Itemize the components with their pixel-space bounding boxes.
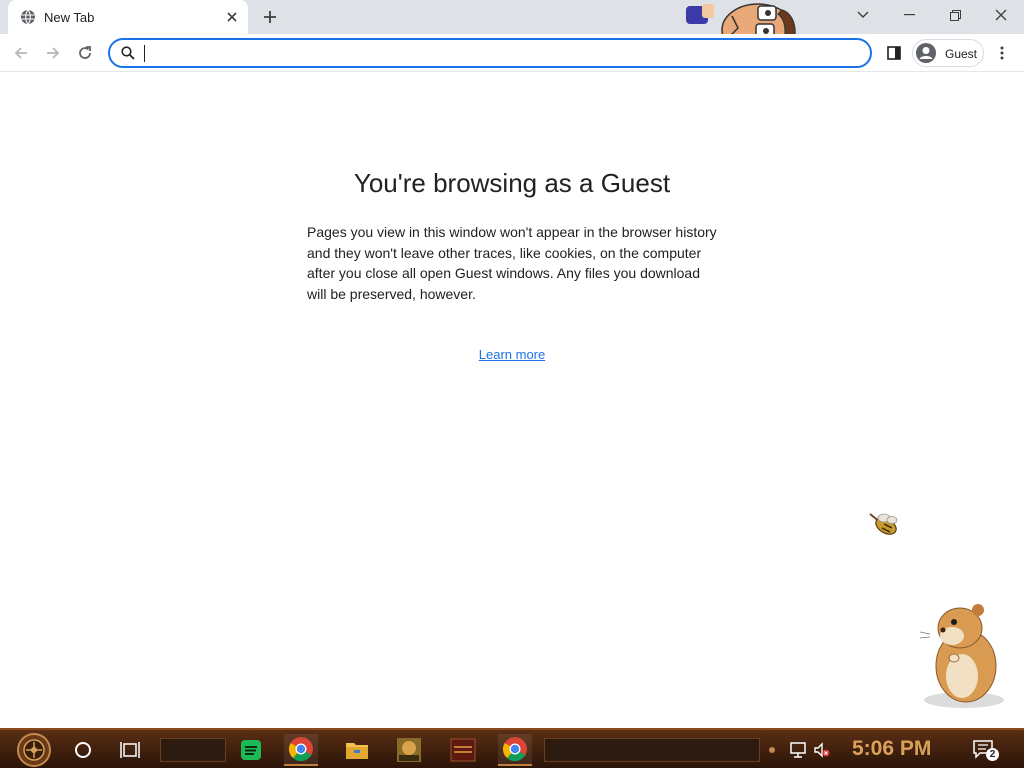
close-window-button[interactable] bbox=[978, 0, 1024, 30]
forward-button[interactable] bbox=[40, 40, 66, 66]
browser-menu-button[interactable] bbox=[992, 42, 1012, 64]
tab-new-tab[interactable]: New Tab bbox=[8, 0, 248, 34]
side-panel-button[interactable] bbox=[883, 42, 905, 64]
tab-close-icon[interactable] bbox=[224, 9, 240, 25]
start-button[interactable] bbox=[10, 732, 58, 768]
spotify-icon[interactable] bbox=[234, 734, 268, 766]
taskbar: 5:06 PM 2 bbox=[0, 728, 1024, 768]
taskbar-empty-area bbox=[544, 738, 760, 762]
text-caret bbox=[144, 45, 145, 62]
taskbar-empty-slot bbox=[160, 738, 226, 762]
notification-center-icon[interactable]: 2 bbox=[972, 739, 999, 761]
file-explorer-icon[interactable] bbox=[340, 734, 374, 766]
chrome-icon[interactable] bbox=[284, 734, 318, 766]
game-icon-2[interactable] bbox=[446, 734, 480, 766]
restore-button[interactable] bbox=[932, 0, 978, 30]
hamster-desktop-pet bbox=[918, 600, 1008, 710]
bee-desktop-pet bbox=[866, 506, 902, 542]
cortana-icon[interactable] bbox=[72, 739, 94, 761]
guest-description: Pages you view in this window won't appe… bbox=[307, 224, 717, 302]
profile-button[interactable]: Guest bbox=[912, 39, 984, 67]
search-icon bbox=[120, 45, 136, 61]
learn-more-link[interactable]: Learn more bbox=[0, 347, 1024, 362]
address-input[interactable] bbox=[144, 43, 844, 63]
show-hidden-icons-icon[interactable] bbox=[766, 740, 778, 760]
learn-more-label[interactable]: Learn more bbox=[479, 347, 545, 362]
address-bar[interactable] bbox=[108, 38, 872, 68]
guest-page: You're browsing as a Guest Pages you vie… bbox=[0, 72, 1024, 728]
tab-title: New Tab bbox=[44, 10, 95, 25]
volume-muted-icon[interactable] bbox=[812, 740, 832, 760]
game-icon[interactable] bbox=[392, 734, 426, 766]
minimize-button[interactable] bbox=[886, 0, 932, 30]
tab-strip: New Tab bbox=[0, 0, 1024, 57]
globe-icon bbox=[20, 9, 36, 25]
chrome-icon-2[interactable] bbox=[498, 734, 532, 766]
profile-label: Guest bbox=[945, 47, 978, 61]
taskbar-clock[interactable]: 5:06 PM bbox=[852, 737, 931, 761]
reload-button[interactable] bbox=[72, 40, 98, 66]
task-view-icon[interactable] bbox=[118, 739, 142, 761]
notification-count-badge: 2 bbox=[986, 748, 999, 761]
back-button[interactable] bbox=[8, 40, 34, 66]
page-title: You're browsing as a Guest bbox=[353, 168, 671, 198]
guest-avatar-icon bbox=[915, 42, 937, 64]
browser-toolbar: Guest bbox=[0, 34, 1024, 72]
new-tab-button[interactable] bbox=[258, 5, 282, 29]
tab-search-button[interactable] bbox=[840, 0, 886, 30]
network-icon[interactable] bbox=[788, 740, 808, 760]
